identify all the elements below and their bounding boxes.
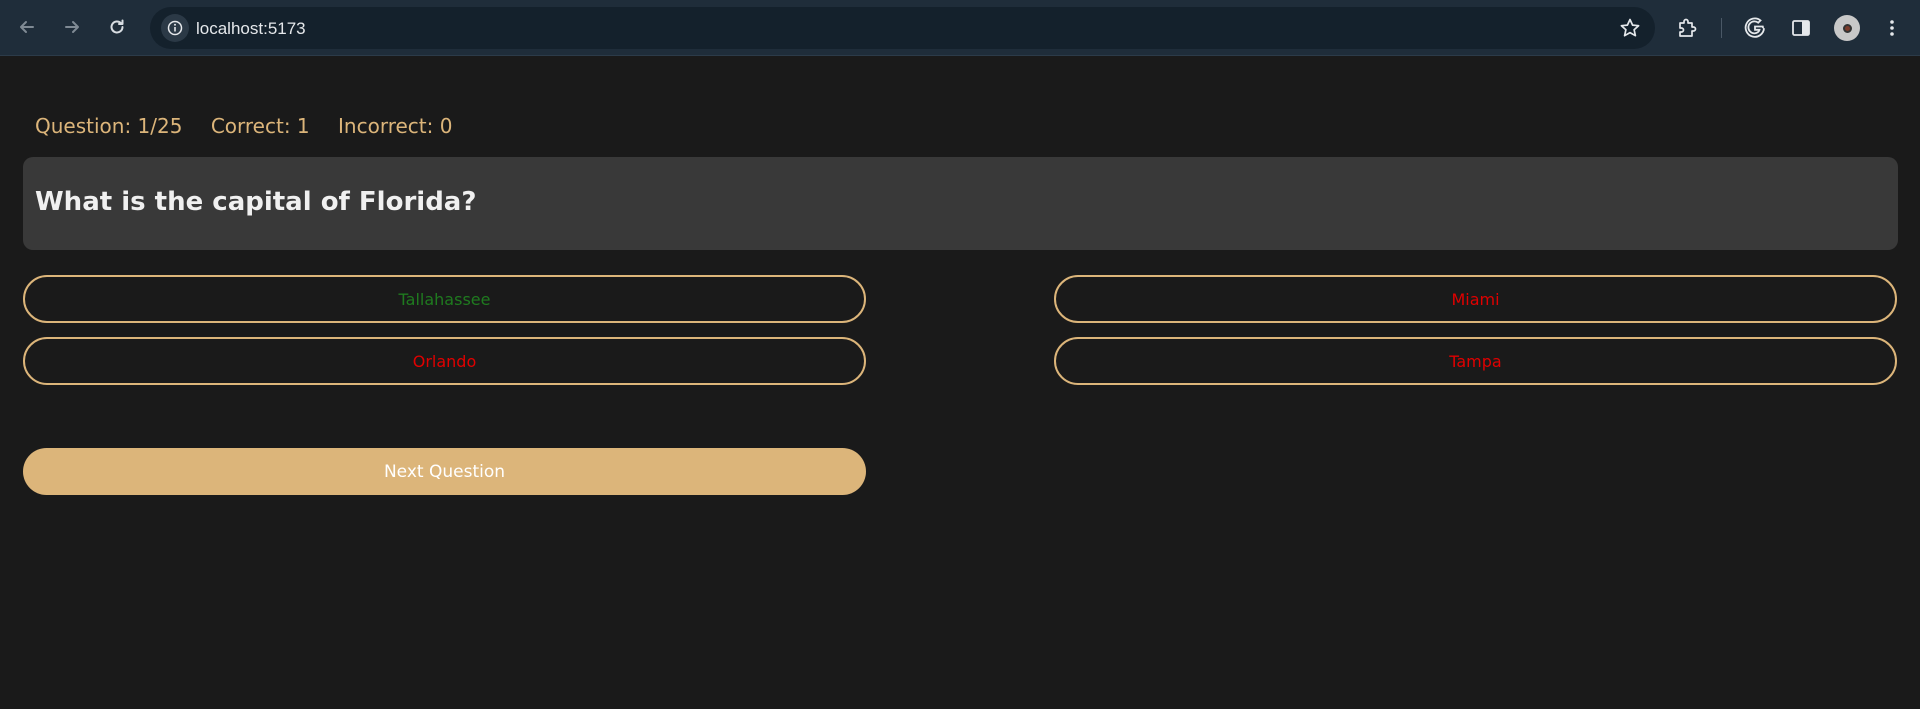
answer-option-tampa[interactable]: Tampa: [1054, 337, 1897, 385]
back-button[interactable]: [10, 10, 44, 44]
answer-option-tallahassee[interactable]: Tallahassee: [23, 275, 866, 323]
side-panel-button[interactable]: [1786, 13, 1816, 43]
side-panel-icon: [1792, 20, 1810, 36]
answer-option-orlando[interactable]: Orlando: [23, 337, 866, 385]
site-info-icon: [167, 20, 183, 36]
question-text: What is the capital of Florida?: [35, 187, 477, 217]
url-text: localhost:5173: [196, 19, 306, 38]
site-info-button[interactable]: [161, 14, 189, 42]
toolbar-divider: [1721, 18, 1722, 38]
menu-kebab-icon: [1890, 20, 1894, 36]
question-counter: Question: 1/25: [35, 114, 183, 138]
bookmark-star-icon[interactable]: [1619, 17, 1641, 39]
forward-button[interactable]: [55, 10, 89, 44]
answer-option-miami[interactable]: Miami: [1054, 275, 1897, 323]
profile-avatar: [1834, 15, 1860, 41]
incorrect-counter: Incorrect: 0: [338, 114, 453, 138]
browser-menu-button[interactable]: [1877, 13, 1907, 43]
extensions-icon: [1679, 18, 1697, 37]
next-question-button[interactable]: Next Question: [23, 448, 866, 495]
forward-icon: [65, 21, 79, 33]
address-bar[interactable]: localhost:5173: [150, 7, 1655, 49]
quiz-stats: Question: 1/25 Correct: 1 Incorrect: 0: [35, 114, 474, 138]
reload-icon: [110, 19, 124, 34]
extensions-button[interactable]: [1672, 13, 1702, 43]
google-button[interactable]: [1740, 13, 1770, 43]
google-icon: [1744, 17, 1765, 38]
profile-button[interactable]: [1832, 13, 1862, 43]
correct-counter: Correct: 1: [210, 114, 310, 138]
back-icon: [20, 21, 34, 33]
reload-button[interactable]: [100, 10, 134, 44]
question-card: What is the capital of Florida?: [23, 157, 1898, 250]
browser-toolbar: localhost:5173: [0, 0, 1920, 56]
